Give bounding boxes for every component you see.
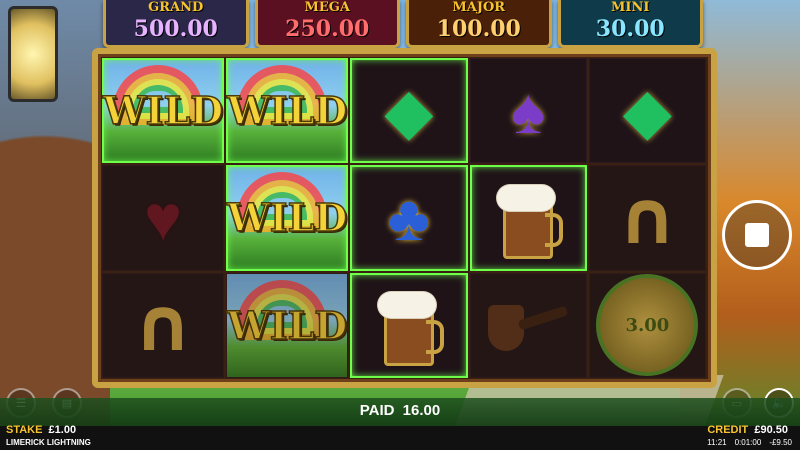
- jackpot-major-label: MAJOR: [452, 0, 506, 15]
- horseshoe-icon: ∩: [617, 174, 678, 261]
- jackpot-mega-amount: 250.00: [285, 16, 370, 42]
- shamrock-coin-icon: 3.00: [596, 274, 699, 377]
- reel-cell-wild: WILD: [226, 58, 349, 164]
- reel-cell-horseshoe: ∩: [102, 272, 225, 378]
- jackpot-mini-amount: 30.00: [595, 16, 665, 42]
- stake-display: STAKE £1.00: [6, 424, 76, 436]
- reel-grid: WILD WILD ◆ ♠ ◆ ♥ WILD ♣ ∩ ∩ WILD 3.00: [102, 58, 706, 378]
- jackpot-grand: GRAND 500.00: [103, 0, 249, 48]
- club-icon: ♣: [387, 181, 430, 254]
- clock-time: 11:21: [707, 438, 727, 447]
- wild-label: WILD: [102, 87, 224, 134]
- spade-icon: ♠: [511, 74, 546, 147]
- reel-cell-wild: WILD: [226, 272, 349, 378]
- paid-display: PAID 16.00: [330, 402, 470, 419]
- stop-icon: [745, 223, 769, 247]
- jackpot-mini: MINI 30.00: [557, 0, 703, 48]
- reel-cell-beer-mug: [350, 272, 468, 378]
- reel-cell-wild: WILD: [102, 58, 225, 164]
- reel-cell-spade: ♠: [469, 58, 587, 164]
- game-name: LIMERICK LIGHTNING: [6, 438, 91, 447]
- paid-value: 16.00: [402, 402, 441, 419]
- jackpot-grand-amount: 500.00: [133, 16, 218, 42]
- coin-value: 3.00: [625, 314, 670, 336]
- diamond-icon: ◆: [384, 74, 434, 147]
- beer-mug-icon: [377, 290, 444, 367]
- stop-button[interactable]: [722, 200, 792, 270]
- reel-cell-diamond: ◆: [588, 58, 706, 164]
- credit-value: £90.50: [754, 424, 788, 436]
- reel-cell-pipe: [469, 272, 587, 378]
- beer-mug-icon: [497, 183, 564, 259]
- diamond-icon: ◆: [622, 74, 672, 147]
- heart-icon: ♥: [144, 181, 183, 254]
- wild-label: WILD: [226, 87, 348, 134]
- jackpot-mega: MEGA 250.00: [254, 0, 400, 48]
- lantern-decoration: [8, 6, 58, 102]
- pipe-icon: [488, 295, 569, 355]
- stake-value: £1.00: [48, 424, 77, 436]
- jackpot-mini-label: MINI: [611, 0, 650, 15]
- reel-cell-horseshoe: ∩: [588, 165, 706, 271]
- wild-label: WILD: [226, 195, 348, 242]
- reel-cell-club: ♣: [350, 165, 468, 271]
- session-net: -£9.50: [769, 438, 792, 447]
- credit-display: CREDIT £90.50: [707, 424, 788, 436]
- paid-label: PAID: [359, 402, 395, 419]
- reel-cell-heart: ♥: [102, 165, 225, 271]
- jackpot-grand-label: GRAND: [148, 0, 204, 15]
- wild-label: WILD: [226, 302, 348, 349]
- jackpot-major-amount: 100.00: [436, 16, 521, 42]
- session-duration: 0:01:00: [734, 438, 762, 447]
- jackpot-major: MAJOR 100.00: [406, 0, 552, 48]
- credit-label: CREDIT: [707, 424, 749, 436]
- reel-cell-beer-mug: [469, 165, 587, 271]
- reel-cell-wild: WILD: [226, 165, 349, 271]
- stake-label: STAKE: [6, 424, 43, 436]
- horseshoe-icon: ∩: [133, 282, 194, 369]
- jackpot-bar: GRAND 500.00 MEGA 250.00 MAJOR 100.00 MI…: [103, 0, 703, 48]
- session-info: 11:21 0:01:00 -£9.50: [707, 438, 792, 447]
- reel-cell-diamond: ◆: [350, 58, 468, 164]
- reel-cell-coin: 3.00: [588, 272, 706, 378]
- status-bar: [0, 426, 800, 450]
- jackpot-mega-label: MEGA: [304, 0, 351, 15]
